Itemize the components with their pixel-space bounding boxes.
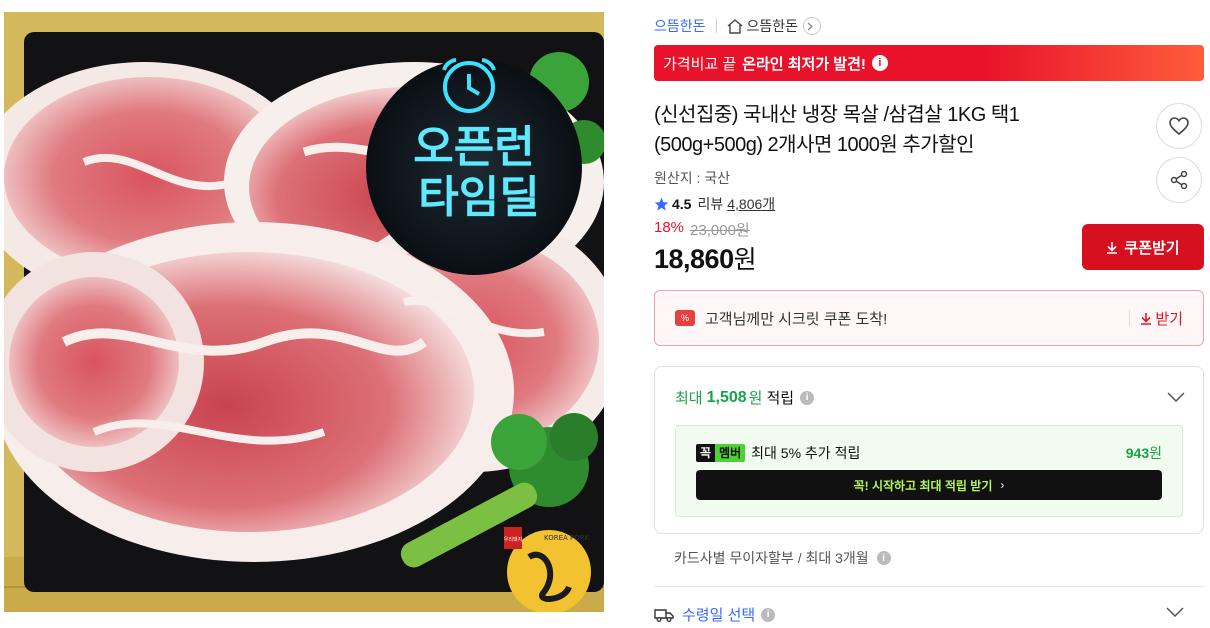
secret-coupon-get-label: 받기 bbox=[1155, 310, 1183, 328]
price-amount: 18,860 bbox=[654, 244, 734, 274]
download-icon bbox=[1141, 312, 1152, 325]
product-image[interactable]: 오픈런 타임딜 우리돼지 KOREA PORK bbox=[4, 12, 604, 612]
coupon-button-label: 쿠폰받기 bbox=[1124, 239, 1180, 257]
member-reward-text: 최대 5% 추가 적립 bbox=[751, 445, 861, 461]
section-divider bbox=[654, 586, 1204, 587]
truck-icon bbox=[654, 608, 674, 622]
stamp-small-label: KOREA PORK bbox=[544, 534, 590, 542]
banner-prefix: 가격비교 끝 bbox=[663, 55, 737, 73]
breadcrumb-divider bbox=[715, 19, 717, 33]
rating-row[interactable]: 4.5 리뷰 4,806개 bbox=[654, 194, 775, 214]
price-unit: 원 bbox=[733, 246, 757, 274]
reward-amount: 1,508 bbox=[706, 388, 747, 406]
member-points-value: 943 bbox=[1125, 445, 1150, 461]
chevron-right-icon bbox=[803, 17, 822, 35]
review-count-link[interactable]: 4,806개 bbox=[727, 194, 775, 214]
seller-link[interactable]: 으뜸한돈 bbox=[654, 16, 706, 36]
home-icon bbox=[727, 18, 742, 34]
secret-coupon-message: 고객님께만 시크릿 쿠폰 도착! bbox=[705, 310, 888, 328]
info-icon[interactable]: i bbox=[761, 607, 776, 622]
discount-row: 18% 23,000원 bbox=[654, 219, 750, 240]
reward-header[interactable]: 최대 1,508 원 적립 i bbox=[675, 387, 815, 408]
star-icon bbox=[654, 197, 669, 210]
member-signup-button[interactable]: 꼭! 시작하고 최대 적립 받기 › bbox=[696, 470, 1162, 500]
product-title: (신선집중) 국내산 냉장 목살 /삼겹살 1KG 택1 (500g+500g)… bbox=[654, 104, 1020, 156]
heart-icon bbox=[1169, 117, 1189, 135]
review-label: 리뷰 bbox=[697, 196, 724, 212]
reward-suffix: 적립 bbox=[766, 390, 795, 407]
member-badge-part-a: 꼭 bbox=[696, 444, 716, 462]
reward-prefix: 최대 bbox=[675, 390, 703, 407]
member-points-unit: 원 bbox=[1149, 445, 1162, 461]
breadcrumb: 으뜸한돈 으뜸한돈 bbox=[654, 15, 822, 37]
lowest-price-banner[interactable]: 가격비교 끝 온라인 최저가 발견! i bbox=[654, 45, 1204, 81]
original-price: 23,000원 bbox=[690, 222, 750, 239]
badge-line-2: 타임딜 bbox=[418, 172, 539, 223]
stamp-top-label: 우리돼지 bbox=[504, 536, 522, 543]
download-icon bbox=[1107, 241, 1118, 254]
chevron-down-icon[interactable] bbox=[1167, 389, 1185, 407]
rating-score: 4.5 bbox=[672, 196, 692, 212]
member-reward-row: 꼭 멤버 최대 5% 추가 적립 943원 bbox=[696, 443, 1162, 463]
badge-line-1: 오픈런 bbox=[413, 122, 534, 173]
info-icon[interactable]: i bbox=[876, 551, 891, 565]
member-badge: 꼭 멤버 bbox=[696, 444, 746, 462]
chevron-down-icon[interactable] bbox=[1166, 604, 1184, 622]
info-icon[interactable]: i bbox=[800, 390, 815, 405]
reward-unit: 원 bbox=[748, 390, 763, 407]
percent-coupon-icon: % bbox=[675, 310, 695, 326]
discount-rate: 18% bbox=[654, 219, 685, 236]
coupon-divider bbox=[1129, 310, 1131, 326]
origin-label: 원산지 : 국산 bbox=[654, 170, 731, 186]
installment-info: 카드사별 무이자할부 / 최대 3개월 i bbox=[674, 548, 891, 568]
store-link[interactable]: 으뜸한돈 bbox=[727, 16, 822, 36]
installment-text: 카드사별 무이자할부 / 최대 3개월 bbox=[674, 550, 869, 566]
secret-coupon-banner[interactable]: % 고객님께만 시크릿 쿠폰 도착! 받기 bbox=[654, 290, 1204, 346]
store-name: 으뜸한돈 bbox=[746, 18, 799, 34]
member-reward-box: 꼭 멤버 최대 5% 추가 적립 943원 꼭! 시작하고 최대 적립 받기 › bbox=[675, 425, 1183, 517]
banner-highlight: 온라인 최저가 발견! bbox=[742, 55, 866, 73]
member-badge-part-b: 멤버 bbox=[715, 444, 746, 462]
secret-coupon-get-button[interactable]: 받기 bbox=[1140, 308, 1183, 329]
pork-photo: 오픈런 타임딜 우리돼지 KOREA PORK bbox=[4, 12, 604, 612]
member-points: 943원 bbox=[1126, 443, 1162, 463]
reward-panel: 최대 1,508 원 적립 i 꼭 멤버 최대 5% 추가 적립 943원 꼭! … bbox=[654, 366, 1204, 534]
share-button[interactable] bbox=[1156, 157, 1202, 203]
share-icon bbox=[1170, 170, 1188, 190]
wishlist-button[interactable] bbox=[1156, 103, 1202, 149]
info-icon[interactable]: i bbox=[871, 55, 888, 71]
delivery-label: 수령일 선택 bbox=[682, 607, 756, 624]
delivery-date-selector[interactable]: 수령일 선택 i bbox=[654, 604, 776, 625]
chevron-right-icon: › bbox=[1000, 478, 1005, 492]
coupon-download-button[interactable]: 쿠폰받기 bbox=[1082, 224, 1204, 270]
member-cta-label: 꼭! 시작하고 최대 적립 받기 bbox=[853, 478, 993, 493]
sale-price: 18,860원 bbox=[654, 240, 757, 276]
